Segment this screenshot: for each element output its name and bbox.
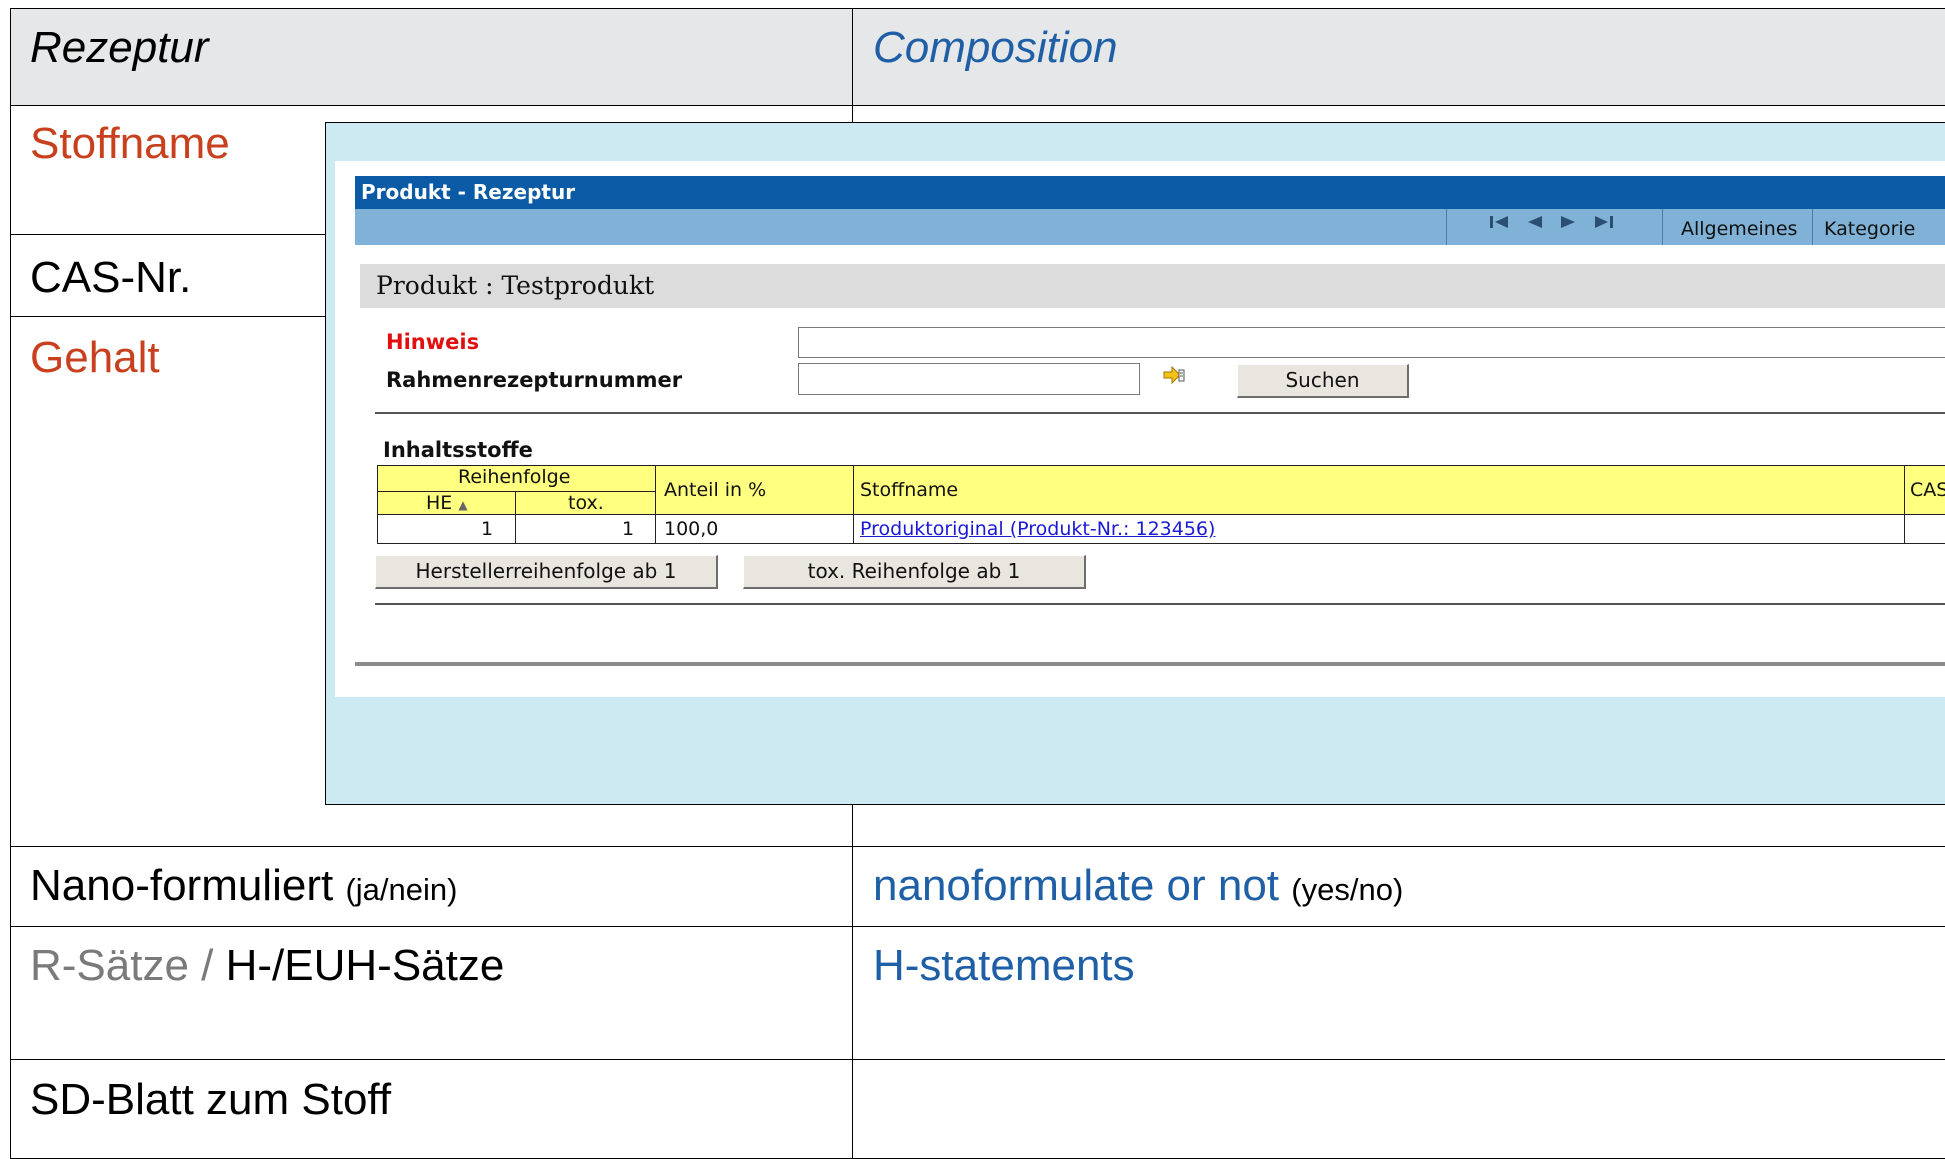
next-record-icon[interactable] — [1557, 212, 1579, 238]
prev-record-icon[interactable] — [1524, 212, 1546, 238]
product-heading: Produkt : Testprodukt — [360, 264, 1945, 308]
label-cas-nr: CAS-Nr. — [30, 253, 192, 302]
nano-de-text: Nano-formuliert — [30, 861, 334, 910]
toolbar-separator — [1662, 209, 1663, 245]
row-divider — [515, 514, 516, 544]
cell-tox: 1 — [622, 518, 635, 540]
toolbar-separator — [1812, 209, 1813, 245]
nano-en-text: nanoformulate or not — [873, 861, 1280, 910]
r-saetze-text: R-Sätze / — [30, 941, 214, 990]
last-record-icon[interactable] — [1593, 212, 1615, 238]
nano-en-hint: (yes/no) — [1291, 872, 1404, 907]
col-header-cas[interactable]: CAS — [1910, 479, 1945, 501]
cell-anteil: 100,0 — [664, 518, 719, 540]
nano-de-hint: (ja/nein) — [345, 872, 458, 907]
lookup-icon[interactable] — [1163, 364, 1185, 391]
col-header-anteil[interactable]: Anteil in % — [664, 479, 766, 501]
cell-he: 1 — [481, 518, 494, 540]
header-composition: Composition — [873, 23, 1118, 72]
label-gehalt: Gehalt — [30, 333, 160, 382]
rahmenrezepturnummer-label: Rahmenrezepturnummer — [386, 368, 683, 392]
herstellerreihenfolge-button[interactable]: Herstellerreihenfolge ab 1 — [375, 555, 718, 589]
row-divider — [655, 514, 656, 544]
h-saetze-text: H-/EUH-Sätze — [225, 941, 505, 990]
tab-allgemeines[interactable]: Allgemeines — [1681, 218, 1797, 240]
sd-cell-right — [852, 1059, 1945, 1159]
section-divider — [375, 412, 1945, 414]
sort-asc-icon: ▲ — [458, 498, 468, 512]
col-header-tox[interactable]: tox. — [568, 492, 604, 514]
col-header-stoffname-cell[interactable] — [853, 465, 1905, 515]
label-nanoformulate: nanoformulate or not (yes/no) — [873, 864, 1403, 908]
label-nano-formuliert: Nano-formuliert (ja/nein) — [30, 864, 457, 908]
col-header-he-label: HE — [426, 492, 453, 514]
section-divider-bottom — [375, 603, 1945, 605]
window-title: Produkt - Rezeptur — [355, 176, 1945, 209]
col-header-he[interactable]: HE ▲ — [426, 492, 468, 514]
col-header-stoffname[interactable]: Stoffname — [860, 479, 958, 501]
label-sd-blatt: SD-Blatt zum Stoff — [30, 1075, 392, 1124]
divider-stoffname — [10, 234, 330, 235]
label-saetze: R-Sätze / H-/EUH-Sätze — [30, 944, 504, 988]
header-rezeptur: Rezeptur — [30, 23, 209, 72]
row-divider — [853, 514, 854, 544]
rahmenrezepturnummer-input[interactable] — [798, 363, 1140, 395]
hinweis-label: Hinweis — [386, 330, 480, 354]
first-record-icon[interactable] — [1488, 212, 1510, 238]
cell-stoffname-link[interactable]: Produktoriginal (Produkt-Nr.: 123456) — [860, 518, 1215, 540]
row-divider — [1904, 514, 1905, 544]
label-stoffname: Stoffname — [30, 119, 230, 168]
tox-reihenfolge-button[interactable]: tox. Reihenfolge ab 1 — [743, 555, 1086, 589]
divider-cas — [10, 316, 330, 317]
tab-kategorie[interactable]: Kategorie — [1824, 218, 1915, 240]
app-window-shadow — [355, 662, 1945, 666]
col-header-reihenfolge: Reihenfolge — [458, 466, 571, 488]
label-h-statements: H-statements — [873, 941, 1135, 990]
toolbar-separator — [1446, 209, 1447, 245]
section-inhaltsstoffe: Inhaltsstoffe — [383, 438, 533, 462]
search-button[interactable]: Suchen — [1237, 364, 1409, 398]
hinweis-input[interactable] — [798, 327, 1945, 358]
